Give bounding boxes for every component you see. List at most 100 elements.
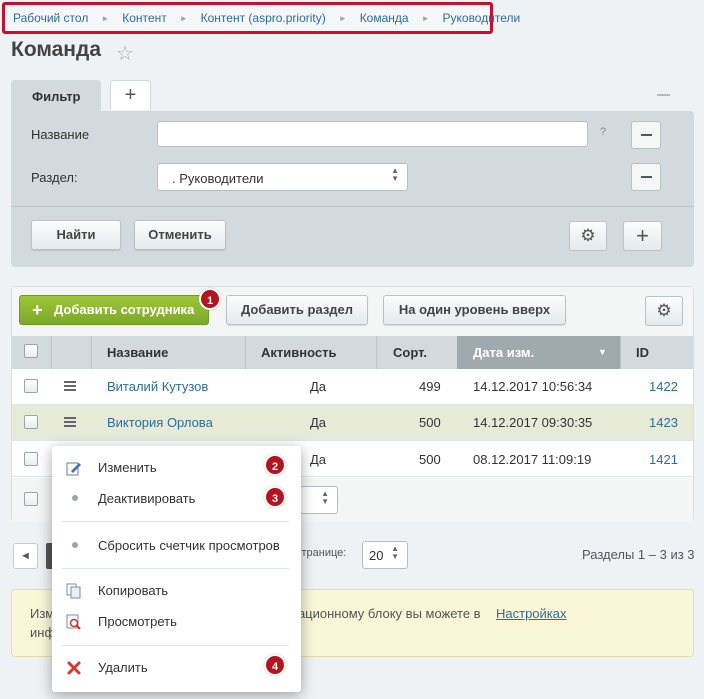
remove-section-filter-button[interactable] <box>631 163 661 191</box>
row-context-menu: Изменить Деактивировать Сбросить счетчик… <box>52 446 301 692</box>
breadcrumb-item-team[interactable]: Команда <box>360 11 409 25</box>
menu-item-edit[interactable]: Изменить <box>98 460 157 475</box>
find-button[interactable]: Найти <box>31 220 121 250</box>
select-all-checkbox[interactable] <box>24 344 38 358</box>
edit-icon <box>66 462 81 476</box>
step-badge-2: 2 <box>264 454 286 476</box>
menu-separator <box>62 521 289 522</box>
column-separator <box>620 336 621 369</box>
row-active: Да <box>310 415 327 430</box>
select-all-bottom-checkbox[interactable] <box>24 492 38 506</box>
select-arrows-icon: ▲ ▼ <box>391 166 399 183</box>
section-filter-label: Раздел: <box>31 170 78 185</box>
add-filter-button[interactable]: + <box>623 221 662 251</box>
remove-name-filter-button[interactable] <box>631 121 661 149</box>
column-separator <box>51 336 52 369</box>
breadcrumb-item-content-aspro[interactable]: Контент (aspro.priority) <box>201 11 326 25</box>
level-up-button[interactable]: На один уровень вверх <box>383 295 566 325</box>
column-header-sort[interactable]: Сорт. <box>393 336 427 369</box>
gear-icon: ⚙ <box>656 301 672 320</box>
star-icon[interactable]: ☆ <box>116 41 134 66</box>
add-filter-tab-button[interactable]: + <box>110 80 151 110</box>
step-badge-3: 3 <box>264 486 286 508</box>
minus-icon <box>641 134 652 136</box>
breadcrumb-separator-icon: ► <box>338 13 347 23</box>
menu-item-copy[interactable]: Копировать <box>98 583 168 598</box>
row-id-link[interactable]: 1421 <box>649 452 678 467</box>
notice-text: мационному блоку вы можете в <box>289 606 481 621</box>
tab-filter[interactable]: Фильтр <box>11 80 101 112</box>
breadcrumb-separator-icon: ► <box>101 13 110 23</box>
breadcrumb-item-content[interactable]: Контент <box>122 11 166 25</box>
row-name-link[interactable]: Виктория Орлова <box>107 415 213 430</box>
list-settings-button[interactable]: ⚙ <box>645 296 683 326</box>
row-sort: 500 <box>419 415 441 430</box>
pager-summary: Разделы 1 – 3 из 3 <box>582 547 695 562</box>
prev-page-button[interactable]: ◄ <box>13 543 38 569</box>
row-id-link[interactable]: 1422 <box>649 379 678 394</box>
minus-icon <box>641 176 652 178</box>
name-filter-input[interactable] <box>157 121 588 147</box>
row-sort: 500 <box>419 452 441 467</box>
filter-settings-button[interactable]: ⚙ <box>569 221 607 251</box>
page-title: Команда <box>11 38 101 61</box>
select-arrows-icon: ▲ ▼ <box>391 544 399 561</box>
section-filter-select[interactable]: . Руководители ▲ ▼ <box>157 163 408 191</box>
sort-desc-icon: ▼ <box>598 347 607 357</box>
column-header-date[interactable]: Дата изм. <box>473 336 534 369</box>
menu-item-reset-views[interactable]: Сбросить счетчик просмотров <box>98 538 280 553</box>
column-header-name[interactable]: Название <box>107 336 168 369</box>
row-name-link[interactable]: Виталий Кутузов <box>107 379 208 394</box>
breadcrumb-separator-icon: ► <box>421 13 430 23</box>
filter-divider <box>11 206 694 207</box>
breadcrumb-separator-icon: ► <box>179 13 188 23</box>
per-page-label: странице: <box>296 547 347 559</box>
help-icon[interactable]: ? <box>600 126 606 138</box>
menu-separator <box>62 568 289 569</box>
row-checkbox[interactable] <box>24 379 38 393</box>
add-employee-button[interactable]: + Добавить сотрудника <box>19 295 209 325</box>
plus-icon: + <box>32 300 43 320</box>
row-date: 14.12.2017 10:56:34 <box>473 379 593 394</box>
row-menu-icon[interactable] <box>64 417 76 427</box>
settings-link[interactable]: Настройках <box>496 606 567 621</box>
step-badge-4: 4 <box>264 654 286 676</box>
menu-item-delete[interactable]: Удалить <box>98 660 148 675</box>
row-checkbox[interactable] <box>24 415 38 429</box>
row-date: 08.12.2017 11:09:19 <box>473 452 592 467</box>
view-icon <box>66 614 81 630</box>
breadcrumb: Рабочий стол ► Контент ► Контент (aspro.… <box>2 2 520 34</box>
column-separator <box>376 336 377 369</box>
menu-separator <box>62 645 289 646</box>
add-section-button[interactable]: Добавить раздел <box>226 295 368 325</box>
gear-icon: ⚙ <box>580 226 596 245</box>
row-menu-icon[interactable] <box>64 381 76 391</box>
row-checkbox[interactable] <box>24 452 38 466</box>
column-separator <box>245 336 246 369</box>
collapse-filter-icon[interactable] <box>657 94 670 96</box>
column-separator <box>91 336 92 369</box>
select-arrows-icon: ▲ ▼ <box>321 489 329 506</box>
row-active: Да <box>310 452 327 467</box>
notice-text-fragment: Изм <box>30 606 55 621</box>
name-filter-label: Название <box>31 127 90 142</box>
row-id-link[interactable]: 1423 <box>649 415 678 430</box>
bullet-icon <box>72 542 78 548</box>
plus-icon: + <box>636 223 649 248</box>
group-action-select[interactable]: ▲ ▼ <box>300 486 338 514</box>
breadcrumb-item-managers[interactable]: Руководители <box>443 11 521 25</box>
menu-item-deactivate[interactable]: Деактивировать <box>98 491 195 506</box>
column-header-active[interactable]: Активность <box>261 336 336 369</box>
per-page-select[interactable]: 20 ▲ ▼ <box>362 541 408 569</box>
row-date: 14.12.2017 09:30:35 <box>473 415 593 430</box>
menu-item-view[interactable]: Просмотреть <box>98 614 177 629</box>
bullet-icon <box>72 495 78 501</box>
delete-icon <box>67 661 81 675</box>
row-active: Да <box>310 379 327 394</box>
row-sort: 499 <box>419 379 441 394</box>
step-badge-1: 1 <box>199 288 221 310</box>
cancel-button[interactable]: Отменить <box>134 220 226 250</box>
column-header-id[interactable]: ID <box>636 336 649 369</box>
breadcrumb-item-desktop[interactable]: Рабочий стол <box>13 11 88 25</box>
copy-icon <box>66 583 81 599</box>
